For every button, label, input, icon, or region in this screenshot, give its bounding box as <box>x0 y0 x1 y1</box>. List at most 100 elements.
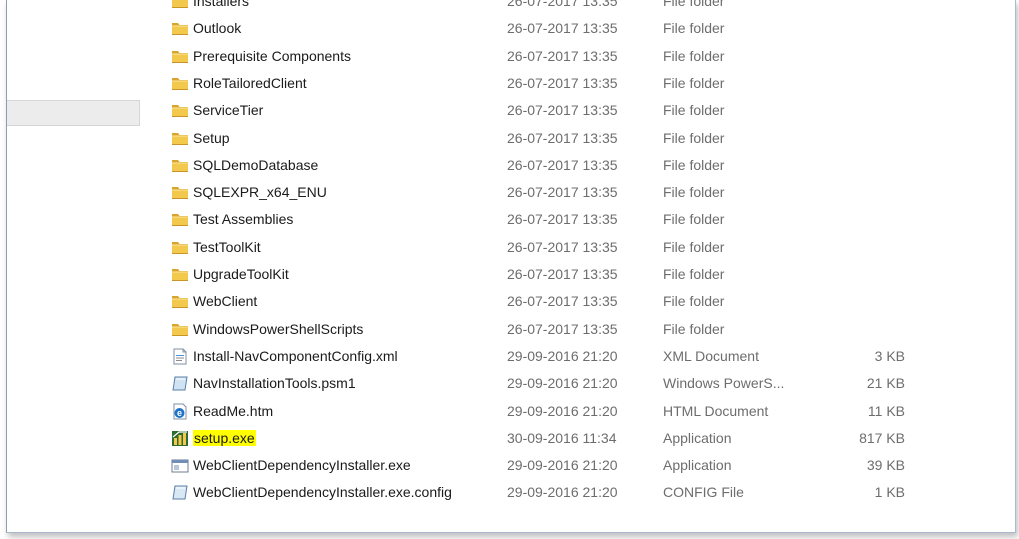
file-row[interactable]: e ReadMe.htm 29-09-2016 21:20 HTML Document… <box>167 398 907 425</box>
file-name[interactable]: Installers <box>193 0 249 9</box>
file-date-modified: 26-07-2017 13:35 <box>507 184 618 201</box>
navigation-pane[interactable] <box>7 0 152 532</box>
file-row[interactable]: NavInstallationTools.psm1 29-09-2016 21:2… <box>167 370 907 397</box>
file-name[interactable]: ReadMe.htm <box>193 403 273 419</box>
file-date-modified: 26-07-2017 13:35 <box>507 266 618 282</box>
file-type: Application <box>663 457 732 474</box>
file-date-modified: 26-07-2017 13:35 <box>507 102 618 119</box>
file-list: Installers 26-07-2017 13:35 File folder Out… <box>167 0 1007 532</box>
svg-text:e: e <box>177 408 182 418</box>
file-date-modified: 26-07-2017 13:35 <box>507 74 618 91</box>
file-size: 1 KB <box>874 484 905 501</box>
file-date-modified: 26-07-2017 13:35 <box>507 320 618 337</box>
folder-icon <box>171 239 189 256</box>
file-row[interactable]: WindowsPowerShellScripts 26-07-2017 13:35… <box>167 316 907 343</box>
file-date-modified: 26-07-2017 13:35 <box>507 129 618 146</box>
file-row[interactable]: UpgradeToolKit 26-07-2017 13:35 File folde… <box>167 261 907 288</box>
folder-icon <box>171 321 189 338</box>
file-name[interactable]: ServiceTier <box>193 102 263 118</box>
file-date-modified: 26-07-2017 13:35 <box>507 20 618 37</box>
file-name[interactable]: WebClientDependencyInstaller.exe.config <box>193 484 452 500</box>
file-type: Windows PowerS... <box>663 375 785 392</box>
folder-icon <box>171 130 189 147</box>
file-row[interactable]: WebClientDependencyInstaller.exe.config 2… <box>167 479 907 506</box>
file-row[interactable]: RoleTailoredClient 26-07-2017 13:35 File f… <box>167 70 907 97</box>
file-name[interactable]: TestToolKit <box>193 239 261 255</box>
file-type: File folder <box>663 156 725 173</box>
file-type: File folder <box>663 266 725 282</box>
file-type: File folder <box>663 238 725 255</box>
file-name[interactable]: WebClientDependencyInstaller.exe <box>193 457 411 473</box>
file-type: CONFIG File <box>663 484 744 501</box>
file-name[interactable]: Install-NavComponentConfig.xml <box>193 348 398 364</box>
folder-icon <box>171 20 189 37</box>
file-date-modified: 26-07-2017 13:35 <box>507 47 618 64</box>
folder-icon <box>171 184 189 201</box>
explorer-window: Installers 26-07-2017 13:35 File folder Out… <box>6 0 1016 533</box>
file-name[interactable]: SQLDemoDatabase <box>193 157 318 173</box>
folder-icon <box>171 75 189 92</box>
file-row[interactable]: SQLEXPR_x64_ENU 26-07-2017 13:35 File fold… <box>167 179 907 206</box>
file-date-modified: 29-09-2016 21:20 <box>507 375 618 392</box>
file-type: HTML Document <box>663 402 769 419</box>
file-row[interactable]: setup.exe 30-09-2016 11:34 Application 817 … <box>167 425 907 452</box>
file-name[interactable]: UpgradeToolKit <box>193 266 289 282</box>
config-file-icon <box>171 484 189 501</box>
setup-app-icon <box>171 430 189 447</box>
file-type: File folder <box>663 293 725 310</box>
file-date-modified: 29-09-2016 21:20 <box>507 347 618 364</box>
file-row[interactable]: Installers 26-07-2017 13:35 File folder <box>167 0 907 15</box>
file-type: File folder <box>663 20 725 37</box>
file-type: File folder <box>663 129 725 146</box>
file-row[interactable]: Outlook 26-07-2017 13:35 File folder <box>167 15 907 42</box>
file-name[interactable]: SQLEXPR_x64_ENU <box>193 184 327 200</box>
file-name[interactable]: Test Assemblies <box>193 211 293 227</box>
file-row[interactable]: Prerequisite Components 26-07-2017 13:35 F… <box>167 43 907 70</box>
folder-icon <box>171 293 189 310</box>
folder-icon <box>171 102 189 119</box>
folder-icon <box>171 48 189 65</box>
file-name[interactable]: Setup <box>193 130 230 146</box>
file-row[interactable]: WebClient 26-07-2017 13:35 File folder <box>167 288 907 315</box>
file-name[interactable]: WindowsPowerShellScripts <box>193 321 363 337</box>
folder-icon <box>171 0 189 10</box>
file-name[interactable]: setup.exe <box>193 429 256 446</box>
file-date-modified: 26-07-2017 13:35 <box>507 293 618 310</box>
folder-icon <box>171 157 189 174</box>
file-row[interactable]: SQLDemoDatabase 26-07-2017 13:35 File fold… <box>167 152 907 179</box>
file-row[interactable]: TestToolKit 26-07-2017 13:35 File folder <box>167 234 907 261</box>
powershell-file-icon <box>171 375 189 392</box>
file-size: 11 KB <box>867 402 905 419</box>
file-type: File folder <box>663 211 725 228</box>
file-row[interactable]: ServiceTier 26-07-2017 13:35 File folder <box>167 97 907 124</box>
file-row[interactable]: Test Assemblies 26-07-2017 13:35 File fold… <box>167 206 907 233</box>
file-name[interactable]: Outlook <box>193 20 241 36</box>
file-size: 39 KB <box>866 457 905 474</box>
file-row[interactable]: Setup 26-07-2017 13:35 File folder <box>167 125 907 152</box>
nav-pane-selected-item[interactable] <box>7 100 140 126</box>
file-type: File folder <box>663 320 725 337</box>
file-name[interactable]: Prerequisite Components <box>193 48 351 64</box>
file-name[interactable]: WebClient <box>193 293 257 309</box>
file-type: File folder <box>663 47 725 64</box>
file-date-modified: 29-09-2016 21:20 <box>507 484 618 501</box>
file-date-modified: 26-07-2017 13:35 <box>507 156 618 173</box>
file-date-modified: 30-09-2016 11:34 <box>507 429 617 446</box>
file-name[interactable]: RoleTailoredClient <box>193 75 307 91</box>
application-icon <box>171 457 189 474</box>
file-name[interactable]: NavInstallationTools.psm1 <box>193 375 356 391</box>
folder-icon <box>171 211 189 228</box>
html-file-icon: e <box>171 403 189 420</box>
file-row[interactable]: Install-NavComponentConfig.xml 29-09-2016… <box>167 343 907 370</box>
xml-file-icon <box>171 348 189 365</box>
folder-icon <box>171 266 189 283</box>
file-date-modified: 26-07-2017 13:35 <box>507 211 618 228</box>
file-date-modified: 26-07-2017 13:35 <box>507 238 618 255</box>
file-type: Application <box>663 429 732 446</box>
file-type: File folder <box>663 0 725 9</box>
file-size: 3 KB <box>874 347 905 364</box>
file-row[interactable]: WebClientDependencyInstaller.exe 29-09-20… <box>167 452 907 479</box>
file-type: File folder <box>663 184 725 201</box>
file-date-modified: 29-09-2016 21:20 <box>507 457 618 474</box>
file-type: File folder <box>663 74 725 91</box>
